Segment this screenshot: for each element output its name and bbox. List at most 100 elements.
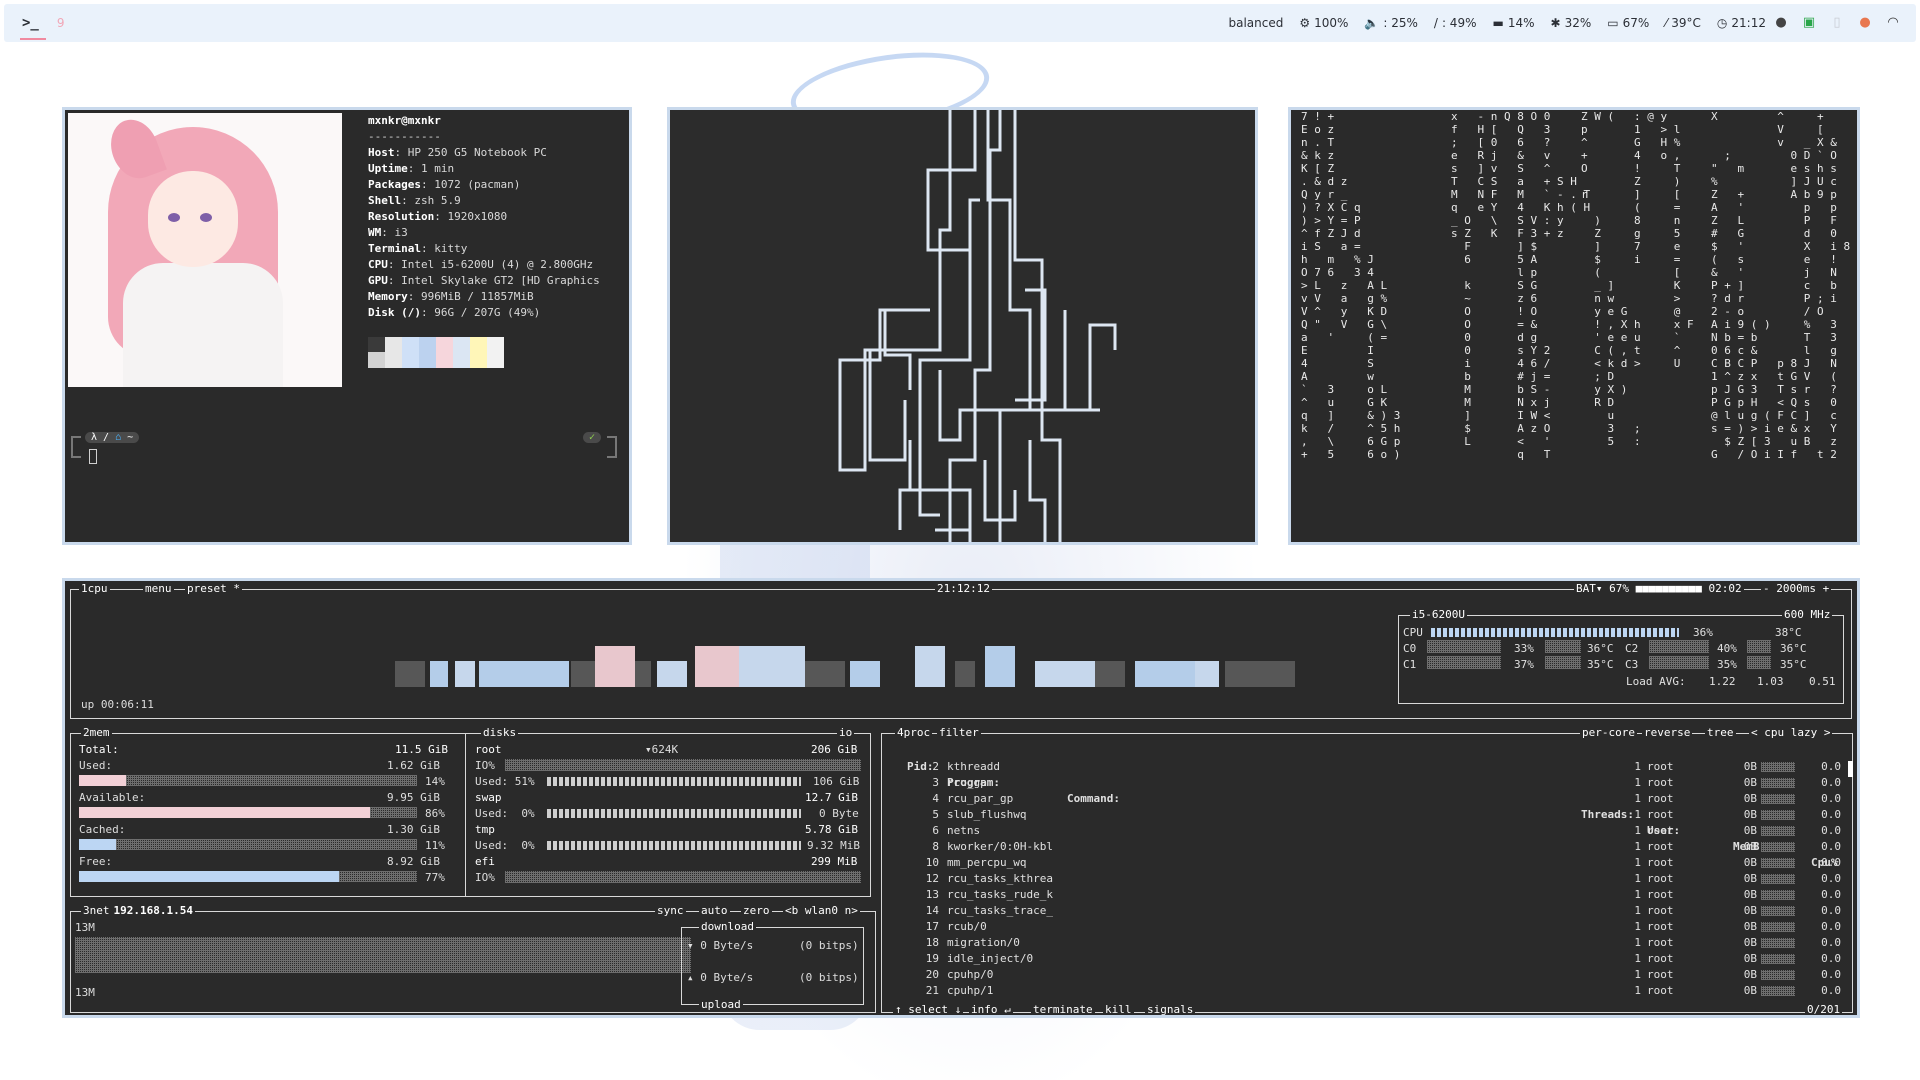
disk-root-name: root <box>475 743 502 756</box>
disks-box-label[interactable]: disks <box>481 727 519 739</box>
process-program: mm_percpu_wq <box>947 856 1027 869</box>
process-threads: 1 <box>1634 952 1641 965</box>
prompt-bracket-left <box>71 436 81 458</box>
process-row[interactable]: 18 migration/0 1 root 0B 0.0 <box>881 935 1857 951</box>
process-row[interactable]: 21 cpuhp/1 1 root 0B 0.0 <box>881 983 1857 999</box>
process-cpu-graph <box>1761 810 1795 820</box>
pipes-terminal[interactable] <box>667 107 1258 545</box>
process-row[interactable]: 10 mm_percpu_wq 1 root 0B 0.0 <box>881 855 1857 871</box>
process-row[interactable]: 8 kworker/0:0H-kbl 1 root 0B 0.0 <box>881 839 1857 855</box>
neofetch-terminal[interactable]: mxnkr@mxnkr ----------- Host: HP 250 G5 … <box>62 107 632 545</box>
proc-signals-button[interactable]: signals <box>1147 1003 1193 1016</box>
volume-module[interactable]: 🔈: 25% <box>1364 16 1417 30</box>
workspace-indicator[interactable]: 9 <box>57 16 65 30</box>
update-interval[interactable]: - 2000ms + <box>1763 582 1829 595</box>
process-pid: 19 <box>925 952 939 965</box>
matrix-rain: 7 ! + E o z n . T & k z K [ Z . & d z Q … <box>1291 110 1857 542</box>
process-cpu: 0.0 <box>1821 792 1841 805</box>
proc-per-core-toggle[interactable]: per-core <box>1582 726 1635 739</box>
brightness-value: 100% <box>1314 16 1349 30</box>
process-pid: 3 <box>932 776 939 789</box>
process-mem: 0B <box>1743 808 1757 821</box>
process-row[interactable]: 12 rcu_tasks_kthrea 1 root 0B 0.0 <box>881 871 1857 887</box>
notification-icon[interactable]: ● <box>1858 16 1872 30</box>
process-mem: 0B <box>1743 872 1757 885</box>
battery-value: 67% <box>1622 16 1650 30</box>
proc-reverse-toggle[interactable]: reverse <box>1644 726 1690 739</box>
btop-terminal[interactable]: 1cpu menu preset * 21:12:12 BAT▾ 67% ■■■… <box>62 578 1860 1018</box>
net-sync-toggle[interactable]: sync <box>657 904 684 917</box>
color-swatch <box>368 337 385 353</box>
proc-box-label[interactable]: 4proc <box>897 726 930 739</box>
mem-box-label[interactable]: 2mem <box>81 727 112 739</box>
proc-scrollbar[interactable] <box>1848 761 1853 777</box>
net-zero-toggle[interactable]: zero <box>743 904 770 917</box>
process-row[interactable]: 6 netns 1 root 0B 0.0 <box>881 823 1857 839</box>
process-cpu: 0.0 <box>1821 952 1841 965</box>
process-cpu: 0.0 <box>1821 968 1841 981</box>
neofetch-key: Shell <box>368 194 402 207</box>
process-user: root <box>1647 776 1674 789</box>
lock-icon[interactable]: ▣ <box>1802 16 1816 30</box>
wifi-icon[interactable]: ◠ <box>1886 16 1900 30</box>
disk-tmp-name: tmp <box>475 823 495 836</box>
process-row[interactable]: 13 rcu_tasks_rude_k 1 root 0B 0.0 <box>881 887 1857 903</box>
proc-kill-button[interactable]: kill <box>1105 1003 1132 1016</box>
process-cpu-graph <box>1761 778 1795 788</box>
process-mem: 0B <box>1743 936 1757 949</box>
process-cpu: 0.0 <box>1821 856 1841 869</box>
power-profile[interactable]: balanced <box>1228 16 1283 30</box>
net-download-graph <box>75 937 691 973</box>
proc-tree-toggle[interactable]: tree <box>1707 726 1734 739</box>
neofetch-key: GPU <box>368 274 388 287</box>
net-auto-toggle[interactable]: auto <box>701 904 728 917</box>
process-row[interactable]: 5 slub_flushwq 1 root 0B 0.0 <box>881 807 1857 823</box>
proc-sort-selector[interactable]: < cpu lazy > <box>1751 726 1830 739</box>
temperature-value: 39°C <box>1671 16 1701 30</box>
terminal-icon[interactable]: >_ <box>22 15 39 31</box>
tray-app-icon[interactable]: ● <box>1774 16 1788 30</box>
matrix-column: Z W ( : @ y p 1 > l ^ G H % + 4 o , O ! … <box>1581 110 1694 448</box>
neofetch-key: Packages <box>368 178 421 191</box>
process-row[interactable]: 2 kthreadd 1 root 0B 0.0 <box>881 759 1857 775</box>
clock-module[interactable]: ◷ 21:12 <box>1717 16 1766 30</box>
preset-button[interactable]: preset * <box>187 582 240 595</box>
mem-free-pct: 77% <box>425 871 445 884</box>
matrix-terminal[interactable]: 7 ! + E o z n . T & k z K [ Z . & d z Q … <box>1288 107 1860 545</box>
neofetch-key: Resolution <box>368 210 435 223</box>
process-row[interactable]: 3 rcu_gp 1 root 0B 0.0 <box>881 775 1857 791</box>
process-row[interactable]: 19 idle_inject/0 1 root 0B 0.0 <box>881 951 1857 967</box>
net-upload-bits: (0 bitps) <box>799 971 859 984</box>
shell-prompt: λ / ⌂ ~ <box>85 430 140 443</box>
battery-time: 02:02 <box>1708 582 1742 595</box>
core-temp-graph <box>1545 640 1581 653</box>
proc-info-button[interactable]: info ↵ <box>971 1003 1011 1016</box>
menu-button[interactable]: menu <box>145 582 172 595</box>
neofetch-key: Disk (/) <box>368 306 421 319</box>
battery-meter: ■■■■■■■■■■ <box>1635 582 1702 595</box>
process-program: cpuhp/0 <box>947 968 994 981</box>
cpu-frequency: 600 MHz <box>1784 608 1831 621</box>
memory-module: ▬ 14% <box>1492 16 1534 30</box>
disk-root-used-value: 106 GiB <box>813 775 860 788</box>
disks-io-toggle[interactable]: io <box>837 727 855 739</box>
process-row[interactable]: 17 rcub/0 1 root 0B 0.0 <box>881 919 1857 935</box>
brightness-module[interactable]: ⚙ 100% <box>1299 16 1348 30</box>
net-interface-selector[interactable]: <b wlan0 n> <box>785 904 858 917</box>
core-label: C3 <box>1625 658 1639 671</box>
process-row[interactable]: 14 rcu_tasks_trace_ 1 root 0B 0.0 <box>881 903 1857 919</box>
cpu-total-pct: 36% <box>1693 626 1713 639</box>
process-row[interactable]: 20 cpuhp/0 1 root 0B 0.0 <box>881 967 1857 983</box>
core-graph <box>1427 656 1501 669</box>
net-box-label[interactable]: 3net <box>83 904 110 917</box>
disk-swap-used: Used: 0% <box>475 807 535 820</box>
cpu-box-label[interactable]: 1cpu <box>81 582 108 595</box>
matrix-column: 7 ! + E o z n . T & k z K [ Z . & d z Q … <box>1301 110 1401 461</box>
proc-filter-button[interactable]: filter <box>939 726 979 739</box>
usb-icon[interactable]: ▯ <box>1830 16 1844 30</box>
proc-select-control[interactable]: ↑ select ↓ <box>895 1003 961 1016</box>
cpu-total-label: CPU <box>1403 626 1423 639</box>
process-cpu: 0.0 <box>1821 872 1841 885</box>
proc-terminate-button[interactable]: terminate <box>1033 1003 1093 1016</box>
process-row[interactable]: 4 rcu_par_gp 1 root 0B 0.0 <box>881 791 1857 807</box>
